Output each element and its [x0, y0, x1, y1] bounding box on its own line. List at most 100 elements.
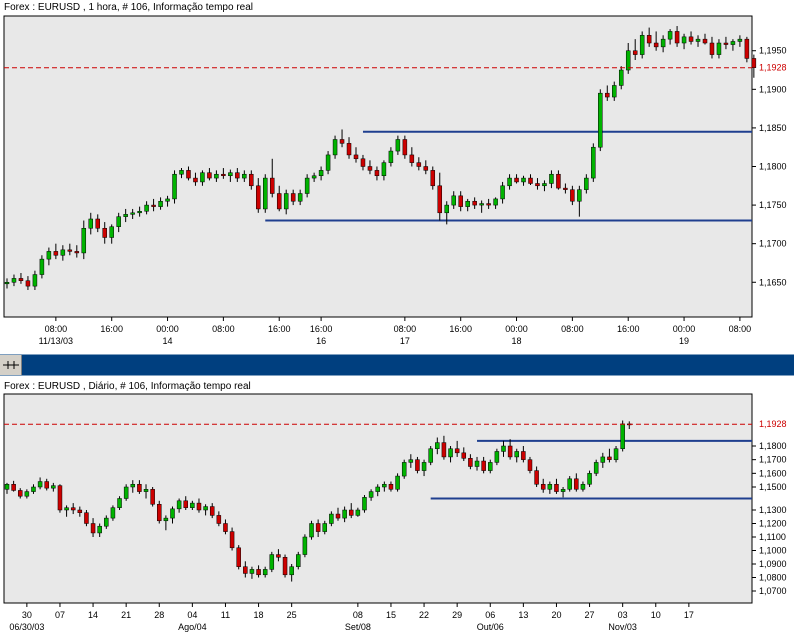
top-candle [53, 251, 59, 256]
bottom-daily-chart[interactable]: 1,1800 1,1700 1,1600 1,1500 1,1300 1,1200 1,11… [0, 376, 794, 637]
top-candle [109, 226, 114, 238]
bottom-x-tick-label: 29 [452, 610, 462, 620]
top-candle [479, 203, 484, 206]
bottom-candle [415, 459, 420, 471]
top-candle [151, 204, 156, 207]
bottom-candle [481, 460, 486, 471]
top-candle [639, 35, 645, 55]
bottom-candle [37, 481, 43, 488]
top-candle [458, 195, 463, 207]
top-x-date-label: 18 [512, 336, 522, 346]
bottom-candle [580, 484, 586, 490]
bottom-x-tick-label: 03 [618, 610, 628, 620]
top-candle [591, 146, 596, 179]
top-candle [625, 50, 631, 71]
top-candle [709, 42, 715, 55]
top-candle [235, 172, 240, 179]
top-candle [11, 278, 17, 283]
bottom-candle [57, 485, 63, 511]
top-candle [660, 38, 666, 48]
bottom-candle [64, 507, 69, 511]
bottom-candle [322, 523, 328, 532]
top-candle [263, 177, 268, 210]
bottom-candle [547, 484, 553, 490]
top-candle [744, 38, 750, 59]
top-candle [737, 38, 743, 42]
splitter-handle[interactable] [0, 355, 22, 375]
bottom-last-price-label: 1,1928 [759, 419, 787, 429]
top-candle [102, 227, 107, 238]
top-candle [256, 185, 261, 210]
top-candle [332, 139, 338, 156]
bottom-candle [256, 569, 261, 576]
top-candle [318, 170, 324, 177]
top-candle [193, 177, 198, 183]
top-candle [325, 154, 331, 171]
top-candle [688, 36, 694, 42]
top-candle [381, 162, 387, 177]
top-candle [451, 195, 456, 206]
bottom-x-date-label: Out/06 [477, 622, 504, 632]
top-candle [200, 172, 205, 183]
top-candle [472, 200, 477, 206]
top-candle [437, 185, 443, 214]
bottom-y-tick-label: 1,0800 [759, 573, 787, 583]
top-candle [500, 185, 505, 200]
top-candle [130, 212, 135, 215]
top-plot-area [3, 15, 753, 318]
top-candle [144, 204, 149, 212]
bottom-candle [229, 531, 235, 549]
bottom-candle [216, 515, 222, 524]
top-candle [577, 189, 582, 202]
bottom-x-tick-label: 21 [121, 610, 131, 620]
top-x-tick-label: 08:00 [561, 324, 584, 334]
top-candle [507, 177, 512, 187]
top-x-tick-label: 08:00 [394, 324, 417, 334]
top-candle [283, 193, 289, 210]
bottom-x-tick-label: 15 [386, 610, 396, 620]
bottom-candle [488, 462, 493, 471]
top-candle [116, 216, 121, 227]
top-candle [430, 170, 436, 187]
top-candle [612, 85, 617, 98]
top-candle [549, 173, 554, 184]
top-hourly-chart[interactable]: 1,1650 1,1700 1,1750 1,1800 1,1850 1,1900 1,19… [0, 0, 794, 354]
bottom-candle [123, 486, 129, 499]
top-x-date-label: 19 [679, 336, 689, 346]
top-candle [269, 177, 275, 194]
top-y-tick-label: 1,1750 [759, 200, 787, 210]
bottom-x-tick-label: 07 [55, 610, 65, 620]
pane-separator[interactable] [0, 354, 794, 376]
bottom-y-tick-label: 1,1500 [759, 482, 787, 492]
top-candle [402, 139, 408, 156]
bottom-candle [355, 509, 361, 516]
bottom-candle [401, 462, 407, 477]
bottom-candle [315, 523, 321, 532]
bottom-candle [567, 478, 572, 490]
top-candle [276, 193, 282, 210]
bottom-candle [163, 517, 169, 522]
bottom-candle [130, 484, 136, 488]
bottom-candle [574, 478, 579, 490]
bottom-x-tick-label: 20 [551, 610, 561, 620]
top-x-tick-label: 16:00 [268, 324, 291, 334]
top-x-date-label: 14 [163, 336, 173, 346]
top-y-tick-label: 1,1700 [759, 239, 787, 249]
top-candle [423, 166, 429, 171]
bottom-y-tick-label: 1,1300 [759, 505, 787, 515]
top-candle [46, 251, 52, 260]
bottom-y-tick-label: 1,1600 [759, 468, 787, 478]
top-x-date-label: 17 [400, 336, 410, 346]
bottom-candle [600, 456, 606, 463]
bottom-candle [17, 490, 23, 497]
top-x-tick-label: 08:00 [45, 324, 68, 334]
bottom-candle [223, 523, 228, 532]
top-candle [297, 193, 303, 202]
bottom-candle [507, 445, 513, 458]
bottom-y-tick-label: 1,1000 [759, 546, 787, 556]
bottom-y-tick-label: 1,1800 [759, 441, 787, 451]
bottom-x-tick-label: 06 [485, 610, 495, 620]
bottom-candle [428, 448, 433, 463]
top-candle [88, 218, 94, 229]
bottom-candle [70, 507, 76, 511]
